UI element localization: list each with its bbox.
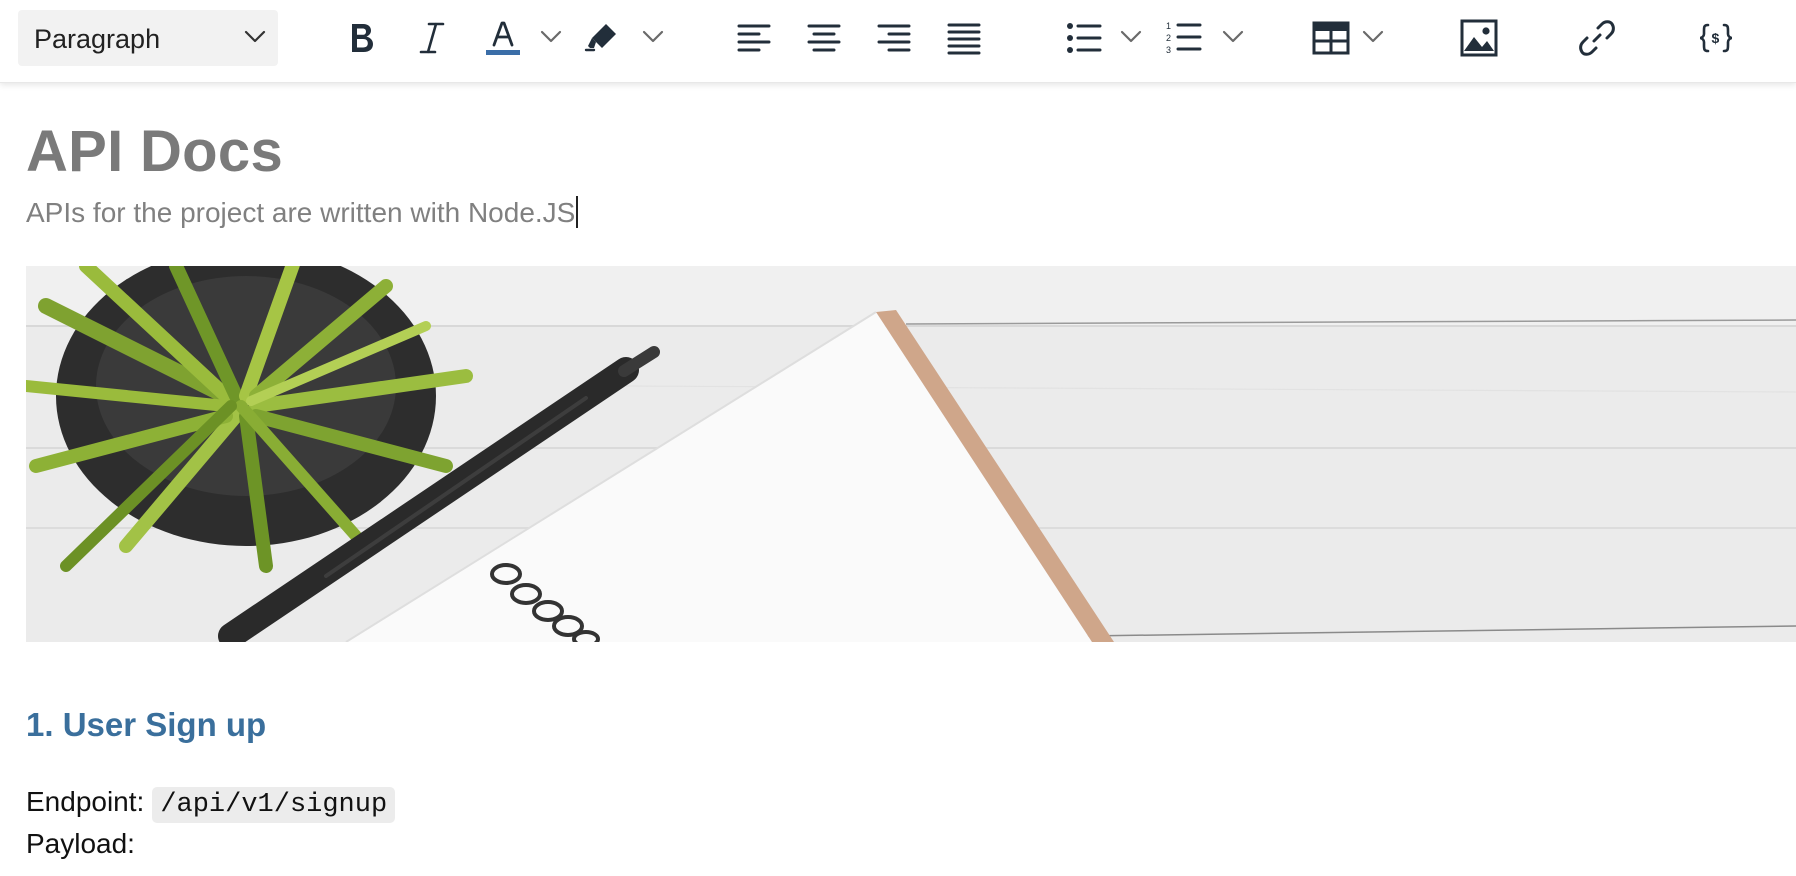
align-right-icon bbox=[877, 24, 911, 52]
endpoint-code[interactable]: /api/v1/signup bbox=[152, 787, 396, 823]
chevron-down-icon bbox=[642, 30, 664, 43]
highlighter-icon bbox=[584, 24, 616, 52]
image-icon bbox=[1460, 19, 1498, 57]
payload-line[interactable]: Payload: bbox=[26, 828, 135, 860]
insert-table-button[interactable] bbox=[1310, 18, 1352, 58]
align-right-button[interactable] bbox=[874, 18, 914, 58]
numbered-list-button[interactable]: 1 2 3 bbox=[1164, 18, 1204, 58]
font-color-icon bbox=[486, 21, 520, 55]
highlight-button[interactable] bbox=[582, 16, 622, 58]
code-block-button[interactable]: $ bbox=[1694, 18, 1738, 58]
align-center-icon bbox=[807, 24, 841, 52]
align-center-button[interactable] bbox=[804, 18, 844, 58]
chevron-down-icon bbox=[1120, 30, 1142, 43]
numbered-list-icon: 1 2 3 bbox=[1166, 21, 1202, 55]
bulleted-list-dropdown[interactable] bbox=[1118, 24, 1144, 50]
font-color-button[interactable] bbox=[482, 14, 524, 60]
chevron-down-icon bbox=[1222, 30, 1244, 43]
table-icon bbox=[1312, 21, 1350, 55]
insert-link-button[interactable] bbox=[1576, 16, 1618, 60]
italic-icon bbox=[419, 22, 445, 54]
link-icon bbox=[1579, 20, 1615, 56]
text-caret bbox=[576, 196, 579, 228]
bold-button[interactable] bbox=[344, 16, 380, 60]
chevron-down-icon bbox=[1362, 30, 1384, 43]
endpoint-label: Endpoint: bbox=[26, 786, 145, 817]
numbered-list-dropdown[interactable] bbox=[1220, 24, 1246, 50]
section-heading[interactable]: 1. User Sign up bbox=[26, 706, 266, 744]
subtitle-text: APIs for the project are written with No… bbox=[26, 197, 576, 228]
italic-button[interactable] bbox=[414, 16, 450, 60]
align-justify-icon bbox=[947, 23, 981, 55]
insert-table-dropdown[interactable] bbox=[1360, 24, 1386, 50]
chevron-down-icon bbox=[540, 30, 562, 43]
align-left-icon bbox=[737, 24, 771, 52]
svg-text:1: 1 bbox=[1166, 21, 1171, 31]
code-braces-icon: $ bbox=[1699, 23, 1733, 53]
document-title[interactable]: API Docs bbox=[26, 118, 283, 185]
endpoint-line[interactable]: Endpoint:/api/v1/signup bbox=[26, 786, 396, 823]
payload-label: Payload: bbox=[26, 828, 135, 859]
bold-icon bbox=[352, 24, 373, 52]
bulleted-list-button[interactable] bbox=[1064, 18, 1104, 58]
justify-button[interactable] bbox=[944, 18, 984, 58]
svg-text:2: 2 bbox=[1166, 33, 1171, 43]
chevron-down-icon bbox=[244, 30, 266, 49]
banner-image[interactable] bbox=[26, 266, 1796, 642]
insert-image-button[interactable] bbox=[1458, 16, 1500, 60]
block-format-value: Paragraph bbox=[34, 24, 161, 54]
block-format-dropdown[interactable]: Paragraph bbox=[18, 10, 278, 66]
svg-text:$: $ bbox=[1712, 30, 1720, 46]
highlight-dropdown[interactable] bbox=[640, 24, 666, 50]
svg-text:3: 3 bbox=[1166, 45, 1171, 55]
font-color-dropdown[interactable] bbox=[538, 24, 564, 50]
bulleted-list-icon bbox=[1067, 23, 1102, 53]
document-subtitle[interactable]: APIs for the project are written with No… bbox=[26, 196, 579, 229]
align-left-button[interactable] bbox=[734, 18, 774, 58]
editor-toolbar: Paragraph 1 2 3 $ bbox=[0, 0, 1796, 83]
